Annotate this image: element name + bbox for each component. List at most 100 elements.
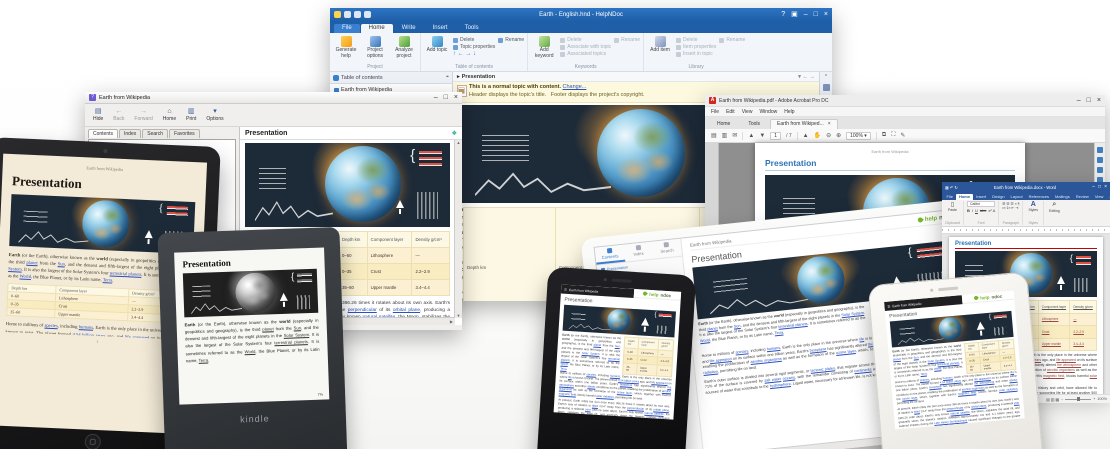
tab-insert[interactable]: Insert bbox=[425, 24, 456, 33]
tab-home[interactable]: Home bbox=[709, 120, 738, 129]
tab-layout[interactable]: Layout bbox=[1008, 194, 1025, 200]
print-button[interactable]: ▥Print bbox=[186, 108, 196, 122]
menu-window[interactable]: Window bbox=[759, 109, 777, 115]
vertical-scrollbar[interactable]: ▲▼ bbox=[454, 140, 462, 318]
tab-home[interactable]: Home bbox=[956, 194, 972, 200]
zoom-out-icon[interactable]: – bbox=[1061, 397, 1063, 401]
close-button[interactable]: × bbox=[454, 94, 458, 101]
zoom-level-select[interactable]: 100% ▾ bbox=[846, 132, 871, 140]
word-titlebar[interactable]: ▦ ↶ ↻ Earth from Wikipedia.docx - Word –… bbox=[942, 182, 1110, 192]
tab-design[interactable]: Design bbox=[990, 194, 1007, 200]
scroll-down-icon[interactable]: ▼ bbox=[457, 313, 461, 318]
project-options-button[interactable]: Project options bbox=[362, 35, 388, 59]
editing-button[interactable]: ⌕Editing bbox=[1047, 201, 1062, 213]
delete-item-button[interactable]: Delete bbox=[676, 37, 716, 43]
delete-topic-button[interactable]: Delete bbox=[453, 37, 495, 43]
menu-edit[interactable]: Edit bbox=[726, 109, 735, 115]
options-button[interactable]: ▾Options bbox=[206, 108, 223, 122]
minimize-button[interactable]: – bbox=[434, 94, 438, 101]
hand-tool-icon[interactable]: ✋ bbox=[814, 132, 821, 139]
item-properties-button[interactable]: Item properties bbox=[676, 44, 716, 50]
pin-icon[interactable]: ⌖ bbox=[446, 74, 449, 81]
breadcrumb[interactable]: Presentation bbox=[462, 74, 495, 80]
analyze-project-button[interactable]: Analyze project bbox=[391, 35, 417, 59]
save-icon[interactable]: ▤ bbox=[711, 132, 717, 139]
tab-mailings[interactable]: Mailings bbox=[1053, 194, 1073, 200]
tab-contents[interactable]: Contents bbox=[88, 129, 118, 138]
scroll-right-icon[interactable]: ▶ bbox=[450, 319, 453, 324]
highlight-icon[interactable]: ❖ bbox=[452, 130, 457, 137]
generate-help-button[interactable]: Generate help bbox=[333, 35, 359, 59]
add-item-button[interactable]: Add item bbox=[647, 35, 673, 54]
zoom-in-icon[interactable]: + bbox=[1093, 397, 1095, 401]
editor-nav-icons[interactable]: ▾ ← → bbox=[798, 74, 815, 80]
maximize-button[interactable]: □ bbox=[1098, 185, 1101, 190]
maximize-button[interactable]: □ bbox=[444, 94, 448, 101]
zoom-slider[interactable] bbox=[1065, 399, 1091, 400]
print-icon[interactable]: ▥ bbox=[722, 132, 728, 139]
tab-contents[interactable]: Contents bbox=[595, 245, 625, 265]
ruler[interactable] bbox=[942, 227, 1110, 234]
tab-search[interactable]: Search bbox=[142, 129, 168, 138]
font-style-buttons[interactable]: B I U abc x² A bbox=[967, 208, 995, 213]
hamburger-icon[interactable]: ☰ bbox=[564, 287, 567, 291]
close-tab-icon[interactable]: × bbox=[828, 121, 831, 127]
tab-references[interactable]: References bbox=[1026, 194, 1051, 200]
tab-tools[interactable]: Tools bbox=[740, 120, 768, 129]
select-tool-icon[interactable]: ▲ bbox=[803, 133, 809, 139]
word-quick-access[interactable]: ▦ ↶ ↻ bbox=[945, 185, 958, 190]
tab-index[interactable]: Index bbox=[119, 129, 141, 138]
rename-keyword-button[interactable]: Rename bbox=[614, 37, 640, 43]
fullscreen-icon[interactable]: ⛶ bbox=[891, 132, 895, 139]
comment-icon[interactable]: ✎ bbox=[900, 132, 905, 139]
change-link[interactable]: Change... bbox=[563, 84, 587, 90]
view-icons[interactable]: ▤ ▥ ▦ bbox=[1046, 397, 1059, 402]
mobile-content[interactable]: Presentation { Earth (or the Earth), oth… bbox=[554, 293, 681, 419]
email-icon[interactable]: ✉ bbox=[732, 132, 737, 139]
tab-view[interactable]: View bbox=[1092, 194, 1106, 200]
menu-help[interactable]: Help bbox=[784, 109, 794, 115]
topic-move-arrows[interactable]: ↑ ← → ↓ bbox=[453, 51, 495, 57]
home-button[interactable] bbox=[84, 434, 101, 449]
fit-width-icon[interactable]: ⧉ bbox=[882, 132, 886, 139]
add-keyword-button[interactable]: Add keyword bbox=[531, 35, 557, 59]
topic-properties-button[interactable]: Topic properties bbox=[453, 44, 495, 50]
collapse-icon[interactable]: ^ bbox=[825, 74, 827, 80]
home-button[interactable]: ⌂Home bbox=[163, 108, 176, 122]
minimize-button[interactable]: – bbox=[1092, 185, 1095, 190]
zoom-out-icon[interactable]: ⊖ bbox=[826, 132, 831, 139]
tab-tools[interactable]: Tools bbox=[457, 24, 487, 33]
associated-topics-button[interactable]: Associated topics bbox=[560, 51, 611, 57]
save-icon[interactable] bbox=[344, 11, 351, 18]
forward-button[interactable]: →Forward bbox=[134, 108, 152, 122]
paste-button[interactable]: ▯Paste bbox=[945, 201, 960, 212]
tab-write[interactable]: Write bbox=[394, 24, 424, 33]
html-breadcrumb[interactable]: Earth from Wikipedia bbox=[690, 238, 732, 247]
mobile-content[interactable]: Presentation { Earth (or the Earth), oth… bbox=[885, 300, 1025, 430]
rename-topic-button[interactable]: Rename bbox=[498, 37, 524, 43]
scroll-up-icon[interactable]: ▲ bbox=[457, 140, 461, 145]
tab-review[interactable]: Review bbox=[1073, 194, 1091, 200]
tab-insert[interactable]: Insert bbox=[974, 194, 989, 200]
tab-file[interactable]: File bbox=[944, 194, 955, 200]
undo-icon[interactable] bbox=[354, 11, 361, 18]
page-number-input[interactable]: 1 bbox=[770, 132, 781, 140]
associate-with-topic-button[interactable]: Associate with topic bbox=[560, 44, 611, 50]
document-tab[interactable]: Earth from Wikiped... × bbox=[770, 119, 838, 129]
menu-file[interactable]: File bbox=[711, 109, 719, 115]
rename-item-button[interactable]: Rename bbox=[719, 37, 745, 43]
insert-in-topic-button[interactable]: Insert in topic bbox=[676, 51, 716, 57]
tab-index[interactable]: Index bbox=[623, 242, 653, 262]
page-down-icon[interactable]: ▼ bbox=[759, 133, 765, 139]
styles-button[interactable]: AStyles bbox=[1026, 201, 1040, 212]
back-button[interactable]: ←Back bbox=[113, 108, 124, 122]
close-button[interactable]: × bbox=[1097, 97, 1101, 104]
list-buttons[interactable]: •≡ 1≡ ⇤ ⇥ bbox=[1002, 206, 1019, 210]
zoom-in-icon[interactable]: ⊕ bbox=[836, 132, 841, 139]
page-up-icon[interactable]: ▲ bbox=[748, 133, 754, 139]
helpndoc-titlebar[interactable]: Earth - English.hnd - HelpNDoc ? ▣ – □ × bbox=[330, 8, 832, 21]
tab-file[interactable]: File bbox=[334, 24, 360, 33]
maximize-button[interactable]: □ bbox=[1087, 97, 1091, 104]
chm-titlebar[interactable]: ? Earth from Wikipedia – □ × bbox=[85, 92, 462, 104]
minimize-button[interactable]: – bbox=[1077, 97, 1081, 104]
